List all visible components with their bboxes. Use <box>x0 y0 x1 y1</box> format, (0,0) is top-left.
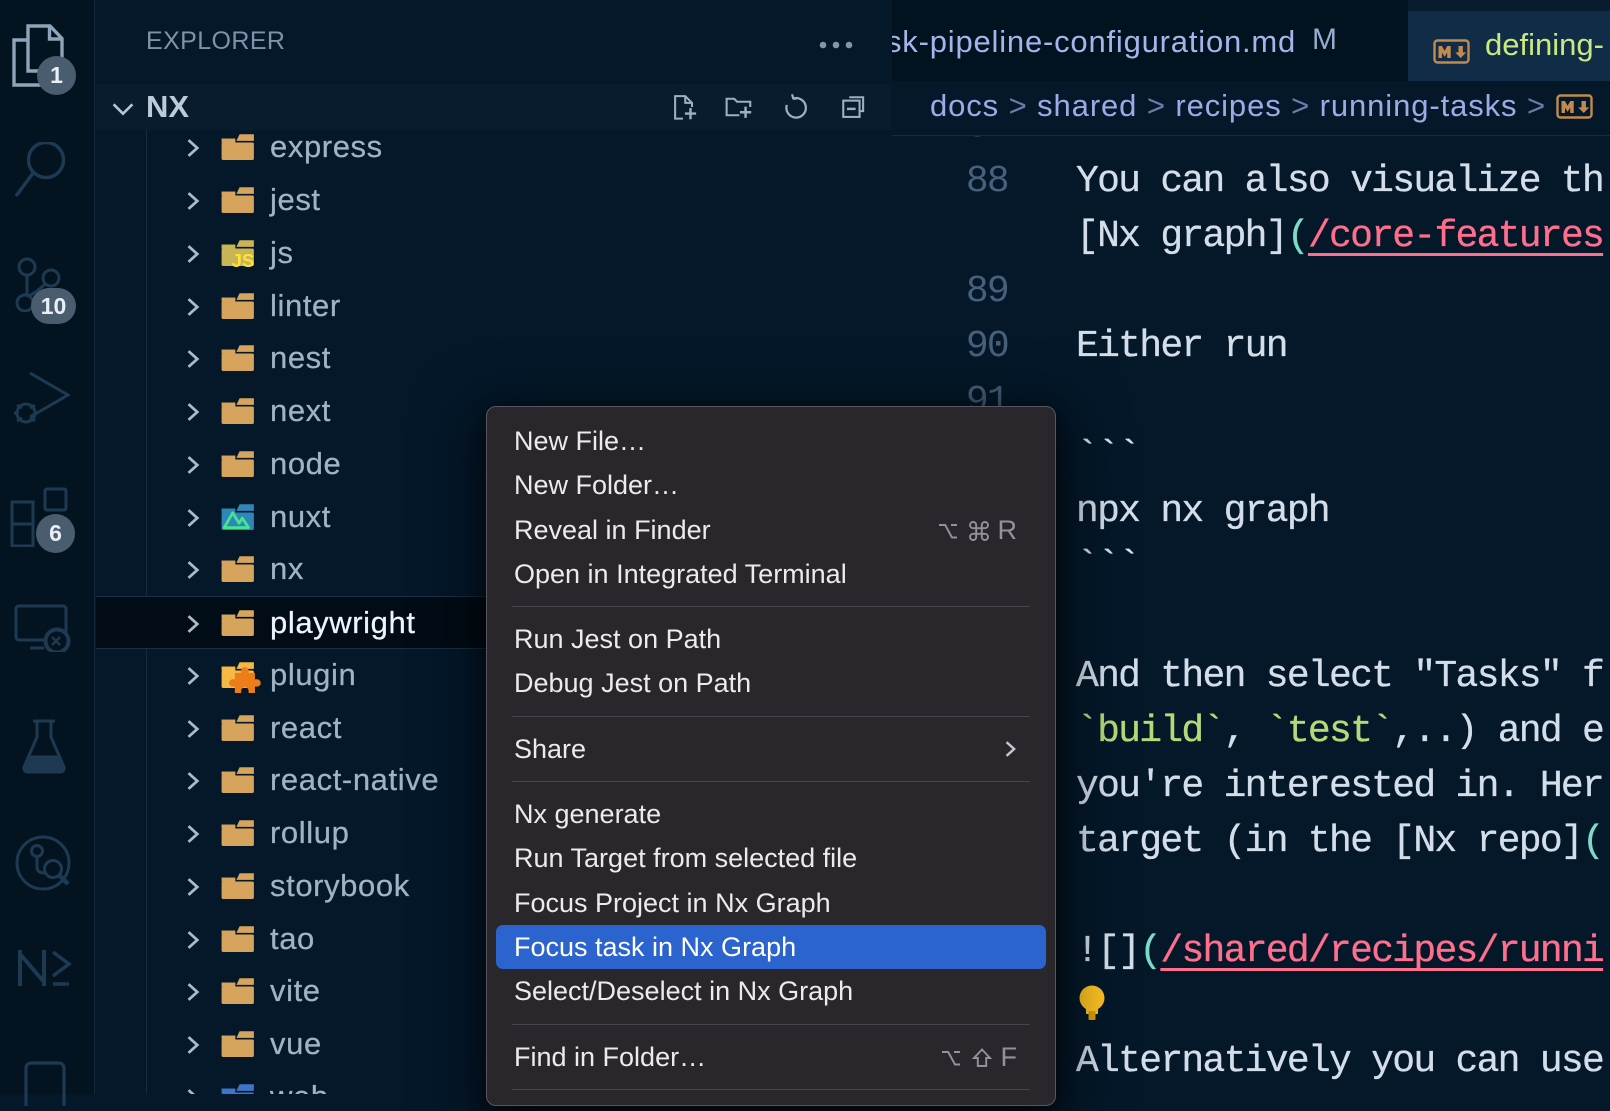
svg-text:JS: JS <box>232 250 255 271</box>
